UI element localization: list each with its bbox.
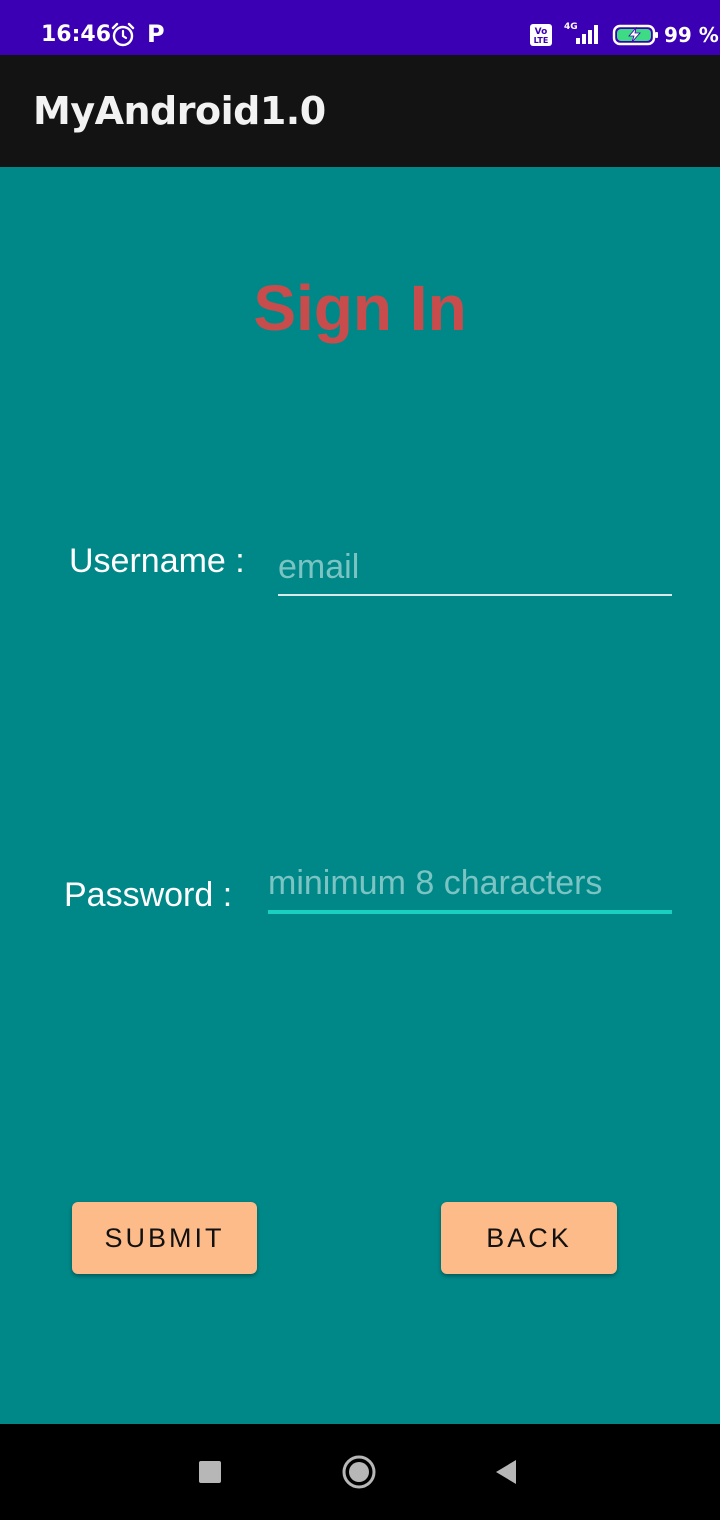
signal-icon: 4G	[564, 22, 598, 44]
submit-button[interactable]: SUBMIT	[72, 1202, 257, 1274]
volte-icon: Vo LTE	[530, 24, 552, 46]
username-input[interactable]	[278, 546, 672, 596]
app-title: MyAndroid1.0	[33, 89, 326, 133]
navigation-bar	[0, 1424, 720, 1520]
home-icon[interactable]	[341, 1454, 377, 1490]
page-title: Sign In	[253, 272, 467, 344]
back-icon[interactable]	[494, 1458, 518, 1486]
username-label: Username :	[69, 542, 245, 580]
svg-text:LTE: LTE	[534, 36, 549, 45]
status-bar: 16:46 P Vo LTE 4G 99 %	[0, 0, 720, 55]
battery-charging-icon	[612, 24, 658, 46]
parking-icon: P	[147, 20, 165, 48]
battery-percentage: 99 %	[664, 23, 719, 47]
password-label: Password :	[64, 876, 233, 914]
status-time: 16:46	[41, 22, 112, 47]
recents-icon[interactable]	[199, 1461, 221, 1483]
back-button[interactable]: BACK	[441, 1202, 617, 1274]
password-input[interactable]	[268, 862, 672, 914]
alarm-icon	[111, 22, 135, 47]
app-bar: MyAndroid1.0	[0, 55, 720, 167]
network-type-label: 4G	[564, 22, 578, 32]
